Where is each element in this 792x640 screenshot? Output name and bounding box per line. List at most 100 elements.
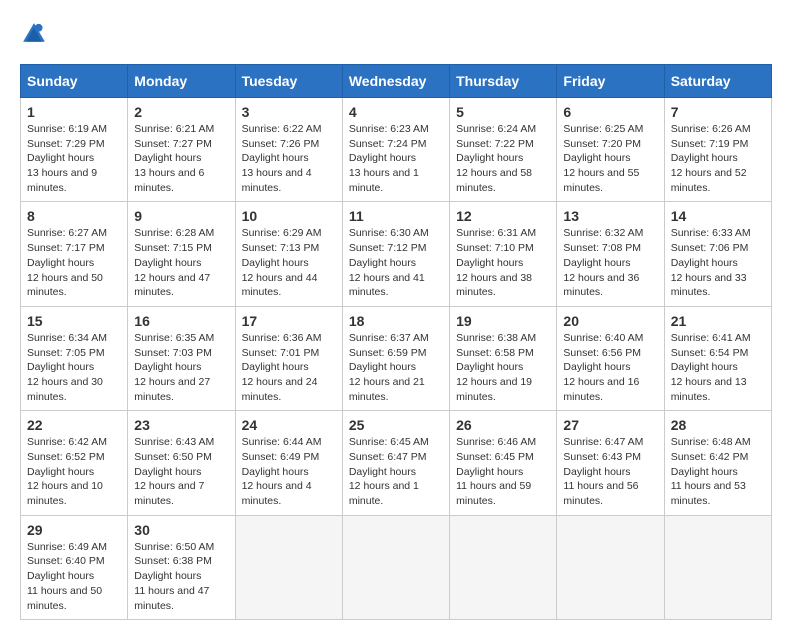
day-info: Sunrise: 6:36 AM Sunset: 7:01 PM Dayligh… — [242, 331, 336, 404]
calendar-cell: 19 Sunrise: 6:38 AM Sunset: 6:58 PM Dayl… — [450, 306, 557, 410]
day-number: 1 — [27, 104, 121, 120]
day-number: 10 — [242, 208, 336, 224]
day-number: 18 — [349, 313, 443, 329]
calendar-cell: 2 Sunrise: 6:21 AM Sunset: 7:27 PM Dayli… — [128, 98, 235, 202]
day-number: 19 — [456, 313, 550, 329]
calendar-cell: 12 Sunrise: 6:31 AM Sunset: 7:10 PM Dayl… — [450, 202, 557, 306]
day-number: 9 — [134, 208, 228, 224]
calendar-cell: 10 Sunrise: 6:29 AM Sunset: 7:13 PM Dayl… — [235, 202, 342, 306]
day-number: 27 — [563, 417, 657, 433]
header — [20, 20, 772, 48]
calendar-week-5: 29 Sunrise: 6:49 AM Sunset: 6:40 PM Dayl… — [21, 515, 772, 619]
calendar-cell: 11 Sunrise: 6:30 AM Sunset: 7:12 PM Dayl… — [342, 202, 449, 306]
day-number: 23 — [134, 417, 228, 433]
day-number: 2 — [134, 104, 228, 120]
calendar-cell: 4 Sunrise: 6:23 AM Sunset: 7:24 PM Dayli… — [342, 98, 449, 202]
day-info: Sunrise: 6:41 AM Sunset: 6:54 PM Dayligh… — [671, 331, 765, 404]
day-info: Sunrise: 6:46 AM Sunset: 6:45 PM Dayligh… — [456, 435, 550, 508]
header-sunday: Sunday — [21, 65, 128, 98]
header-saturday: Saturday — [664, 65, 771, 98]
header-thursday: Thursday — [450, 65, 557, 98]
calendar-cell: 28 Sunrise: 6:48 AM Sunset: 6:42 PM Dayl… — [664, 411, 771, 515]
calendar-cell: 26 Sunrise: 6:46 AM Sunset: 6:45 PM Dayl… — [450, 411, 557, 515]
day-info: Sunrise: 6:45 AM Sunset: 6:47 PM Dayligh… — [349, 435, 443, 508]
calendar-cell: 29 Sunrise: 6:49 AM Sunset: 6:40 PM Dayl… — [21, 515, 128, 619]
calendar-cell: 20 Sunrise: 6:40 AM Sunset: 6:56 PM Dayl… — [557, 306, 664, 410]
day-info: Sunrise: 6:21 AM Sunset: 7:27 PM Dayligh… — [134, 122, 228, 195]
calendar-cell: 8 Sunrise: 6:27 AM Sunset: 7:17 PM Dayli… — [21, 202, 128, 306]
logo-icon — [20, 20, 48, 48]
calendar-header-row: SundayMondayTuesdayWednesdayThursdayFrid… — [21, 65, 772, 98]
calendar-cell: 18 Sunrise: 6:37 AM Sunset: 6:59 PM Dayl… — [342, 306, 449, 410]
calendar-cell: 6 Sunrise: 6:25 AM Sunset: 7:20 PM Dayli… — [557, 98, 664, 202]
day-info: Sunrise: 6:48 AM Sunset: 6:42 PM Dayligh… — [671, 435, 765, 508]
day-number: 12 — [456, 208, 550, 224]
day-info: Sunrise: 6:23 AM Sunset: 7:24 PM Dayligh… — [349, 122, 443, 195]
day-info: Sunrise: 6:33 AM Sunset: 7:06 PM Dayligh… — [671, 226, 765, 299]
day-info: Sunrise: 6:47 AM Sunset: 6:43 PM Dayligh… — [563, 435, 657, 508]
day-info: Sunrise: 6:22 AM Sunset: 7:26 PM Dayligh… — [242, 122, 336, 195]
calendar-cell: 25 Sunrise: 6:45 AM Sunset: 6:47 PM Dayl… — [342, 411, 449, 515]
calendar-cell: 1 Sunrise: 6:19 AM Sunset: 7:29 PM Dayli… — [21, 98, 128, 202]
calendar-cell: 9 Sunrise: 6:28 AM Sunset: 7:15 PM Dayli… — [128, 202, 235, 306]
calendar-cell: 13 Sunrise: 6:32 AM Sunset: 7:08 PM Dayl… — [557, 202, 664, 306]
day-info: Sunrise: 6:38 AM Sunset: 6:58 PM Dayligh… — [456, 331, 550, 404]
day-info: Sunrise: 6:44 AM Sunset: 6:49 PM Dayligh… — [242, 435, 336, 508]
day-number: 21 — [671, 313, 765, 329]
day-info: Sunrise: 6:28 AM Sunset: 7:15 PM Dayligh… — [134, 226, 228, 299]
calendar-cell — [557, 515, 664, 619]
logo — [20, 20, 52, 48]
calendar-cell: 16 Sunrise: 6:35 AM Sunset: 7:03 PM Dayl… — [128, 306, 235, 410]
header-wednesday: Wednesday — [342, 65, 449, 98]
calendar-cell — [235, 515, 342, 619]
day-info: Sunrise: 6:32 AM Sunset: 7:08 PM Dayligh… — [563, 226, 657, 299]
day-info: Sunrise: 6:49 AM Sunset: 6:40 PM Dayligh… — [27, 540, 121, 613]
calendar-table: SundayMondayTuesdayWednesdayThursdayFrid… — [20, 64, 772, 620]
calendar-week-3: 15 Sunrise: 6:34 AM Sunset: 7:05 PM Dayl… — [21, 306, 772, 410]
day-info: Sunrise: 6:31 AM Sunset: 7:10 PM Dayligh… — [456, 226, 550, 299]
day-number: 13 — [563, 208, 657, 224]
calendar-cell: 15 Sunrise: 6:34 AM Sunset: 7:05 PM Dayl… — [21, 306, 128, 410]
day-info: Sunrise: 6:27 AM Sunset: 7:17 PM Dayligh… — [27, 226, 121, 299]
header-tuesday: Tuesday — [235, 65, 342, 98]
day-number: 15 — [27, 313, 121, 329]
calendar-week-1: 1 Sunrise: 6:19 AM Sunset: 7:29 PM Dayli… — [21, 98, 772, 202]
day-number: 26 — [456, 417, 550, 433]
calendar-cell: 3 Sunrise: 6:22 AM Sunset: 7:26 PM Dayli… — [235, 98, 342, 202]
day-number: 30 — [134, 522, 228, 538]
calendar-cell: 22 Sunrise: 6:42 AM Sunset: 6:52 PM Dayl… — [21, 411, 128, 515]
calendar-cell — [450, 515, 557, 619]
day-info: Sunrise: 6:34 AM Sunset: 7:05 PM Dayligh… — [27, 331, 121, 404]
calendar-cell: 5 Sunrise: 6:24 AM Sunset: 7:22 PM Dayli… — [450, 98, 557, 202]
day-number: 20 — [563, 313, 657, 329]
calendar-cell: 17 Sunrise: 6:36 AM Sunset: 7:01 PM Dayl… — [235, 306, 342, 410]
day-info: Sunrise: 6:50 AM Sunset: 6:38 PM Dayligh… — [134, 540, 228, 613]
day-info: Sunrise: 6:25 AM Sunset: 7:20 PM Dayligh… — [563, 122, 657, 195]
day-info: Sunrise: 6:40 AM Sunset: 6:56 PM Dayligh… — [563, 331, 657, 404]
day-number: 6 — [563, 104, 657, 120]
header-friday: Friday — [557, 65, 664, 98]
day-info: Sunrise: 6:29 AM Sunset: 7:13 PM Dayligh… — [242, 226, 336, 299]
day-number: 14 — [671, 208, 765, 224]
day-info: Sunrise: 6:26 AM Sunset: 7:19 PM Dayligh… — [671, 122, 765, 195]
day-number: 28 — [671, 417, 765, 433]
day-info: Sunrise: 6:24 AM Sunset: 7:22 PM Dayligh… — [456, 122, 550, 195]
calendar-cell: 30 Sunrise: 6:50 AM Sunset: 6:38 PM Dayl… — [128, 515, 235, 619]
calendar-cell — [342, 515, 449, 619]
calendar-week-4: 22 Sunrise: 6:42 AM Sunset: 6:52 PM Dayl… — [21, 411, 772, 515]
day-number: 8 — [27, 208, 121, 224]
calendar-cell: 24 Sunrise: 6:44 AM Sunset: 6:49 PM Dayl… — [235, 411, 342, 515]
day-info: Sunrise: 6:42 AM Sunset: 6:52 PM Dayligh… — [27, 435, 121, 508]
day-number: 24 — [242, 417, 336, 433]
day-number: 22 — [27, 417, 121, 433]
day-info: Sunrise: 6:30 AM Sunset: 7:12 PM Dayligh… — [349, 226, 443, 299]
calendar-cell: 21 Sunrise: 6:41 AM Sunset: 6:54 PM Dayl… — [664, 306, 771, 410]
calendar-cell — [664, 515, 771, 619]
day-number: 16 — [134, 313, 228, 329]
day-number: 3 — [242, 104, 336, 120]
calendar-cell: 7 Sunrise: 6:26 AM Sunset: 7:19 PM Dayli… — [664, 98, 771, 202]
day-number: 17 — [242, 313, 336, 329]
day-number: 7 — [671, 104, 765, 120]
day-number: 29 — [27, 522, 121, 538]
calendar-cell: 23 Sunrise: 6:43 AM Sunset: 6:50 PM Dayl… — [128, 411, 235, 515]
